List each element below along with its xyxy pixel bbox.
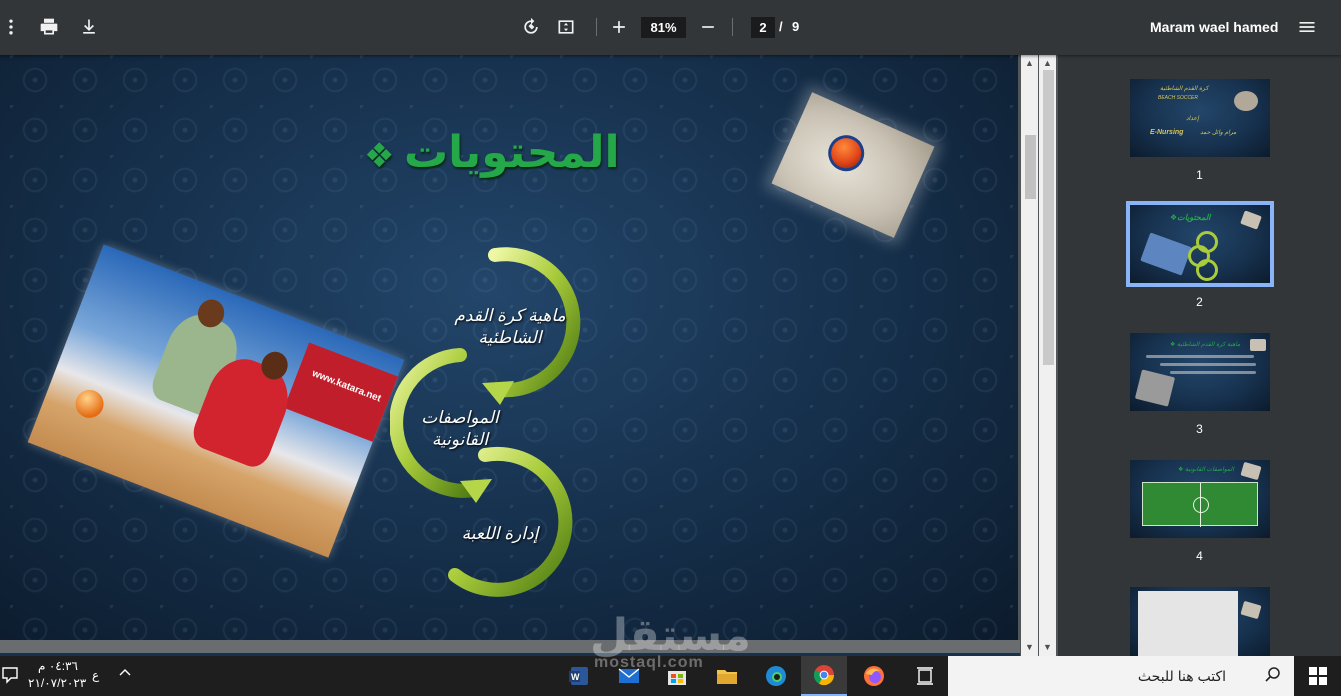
taskbar-search-input[interactable]: اكتب هنا للبحث [948,656,1294,696]
mail-app-icon[interactable] [606,656,652,696]
thumb-scroll-down-arrow-icon[interactable]: ▼ [1043,642,1052,652]
thumbnail-number-3: 3 [1196,422,1203,436]
thumbnail-sidebar: كرة القدم الشاطئية BEACH SOCCER إعداد E-… [1058,55,1341,661]
edge-browser-icon[interactable] [753,656,799,696]
thumb1-label: إعداد [1186,116,1199,122]
thumbnail-page-4[interactable]: ❖ المواصفات القانونية [1130,460,1270,538]
toolbar-divider [732,18,733,36]
toolbar-divider [596,18,597,36]
word-app-icon[interactable]: W [556,656,602,696]
search-icon [1264,666,1282,689]
football-icon [822,129,870,177]
search-placeholder: اكتب هنا للبحث [1137,668,1226,684]
thumb5-ball-photo [1240,600,1262,620]
scroll-down-arrow-icon[interactable]: ▼ [1025,642,1034,652]
chrome-browser-icon[interactable] [801,656,847,696]
thumb3-line [1146,355,1254,358]
more-vert-icon[interactable] [0,16,22,38]
zoom-level-input[interactable]: 81% [641,17,686,38]
cycle-item-3: إدارة اللعبة [461,524,539,543]
store-app-icon[interactable] [654,656,700,696]
cycle-arrow-3 [448,446,573,597]
scrollbar-area: ▲ ▼ ▲ ▼ [1020,55,1058,656]
firefox-browser-icon[interactable] [851,656,897,696]
page-total: 9 [792,19,800,34]
thumb4-heading: ❖ المواصفات القانونية [1178,467,1234,473]
clock-date[interactable]: ٢١/٠٧/٢٠٢٣ [28,676,86,690]
print-icon[interactable] [38,16,60,38]
thumb3-photo [1134,369,1176,407]
svg-text:W: W [571,672,580,682]
slide-title: المحتويات ❖ [364,128,620,177]
page-separator: / [779,19,783,34]
thumb1-subtitle: مرام وائل حمد [1200,130,1237,136]
thumb4-ball-photo [1240,461,1262,481]
cycle-item-2: المواصفات القانونية [421,408,499,449]
slide-page-2: المحتويات ❖ www.katara.net ماهية كرة الق… [0,55,1018,641]
zoom-out-icon[interactable] [697,16,719,38]
thumb4-field [1142,482,1258,527]
thumbnail-page-3[interactable]: ❖ ماهية كرة القدم الشاطئية [1130,333,1270,411]
photo-ball-icon [71,385,108,422]
thumb1-title: E-Nursing [1150,129,1184,136]
thumb1-heading: كرة القدم الشاطئية [1160,86,1209,92]
document-viewer[interactable]: المحتويات ❖ www.katara.net ماهية كرة الق… [0,55,1020,656]
fit-page-icon[interactable] [555,16,577,38]
zoom-in-icon[interactable] [608,16,630,38]
thumb1-heading-en: BEACH SOCCER [1158,95,1199,101]
thumb2-players-photo [1140,232,1192,276]
document-title: Maram wael hamed [1150,19,1279,35]
thumbnail-number-2: 2 [1196,295,1203,309]
thumbnail-scrollbar-thumb[interactable] [1043,70,1054,365]
thumbnail-page-1[interactable]: كرة القدم الشاطئية BEACH SOCCER إعداد E-… [1130,79,1270,157]
thumbnail-page-5[interactable] [1130,587,1270,661]
thumb2-title: ❖المحتويات [1170,213,1211,222]
thumb2-ball-photo [1240,210,1262,230]
tray-chevron-up-icon[interactable] [118,666,132,685]
notification-icon[interactable] [2,666,18,689]
thumb2-ring-3 [1196,259,1218,281]
diamond-bullet-icon: ❖ [364,137,404,175]
cycle-item-1: ماهية كرة القدم الشاطئية [454,306,566,347]
thumbnail-scrollbar[interactable]: ▲ ▼ [1039,55,1056,656]
windows-taskbar: ٠٤:٣٦ م ٢١/٠٧/٢٠٢٣ ع W اكتب هنا للبحث [0,656,1341,696]
menu-icon[interactable] [1296,16,1318,38]
rotate-icon[interactable] [520,16,542,38]
thumbnail-page-2[interactable]: ❖المحتويات [1126,201,1274,287]
thumb3-line [1170,371,1256,374]
viewer-scrollbar-thumb[interactable] [1025,135,1036,199]
thumbnail-number-4: 4 [1196,549,1203,563]
thumbnail-number-1: 1 [1196,168,1203,182]
contents-cycle-diagram: ماهية كرة القدم الشاطئية المواصفات القان… [389,245,610,605]
thumb3-heading: ❖ ماهية كرة القدم الشاطئية [1170,342,1241,348]
thumb-scroll-up-arrow-icon[interactable]: ▲ [1043,58,1052,68]
file-explorer-icon[interactable] [704,656,750,696]
windows-start-icon[interactable] [1294,656,1341,696]
pdf-toolbar: 81% 2 / 9 Maram wael hamed [0,0,1341,55]
thumb5-document [1138,591,1238,661]
task-view-icon[interactable] [902,656,948,696]
page-number-input[interactable]: 2 [751,17,775,38]
clock-time[interactable]: ٠٤:٣٦ م [34,659,82,673]
scroll-up-arrow-icon[interactable]: ▲ [1025,58,1034,68]
language-indicator[interactable]: ع [92,668,99,682]
viewer-scrollbar[interactable]: ▲ ▼ [1021,55,1038,656]
thumb1-ball-photo [1234,91,1258,111]
thumb3-ball-photo [1250,339,1266,351]
thumb3-line [1160,363,1256,366]
download-icon[interactable] [78,16,100,38]
